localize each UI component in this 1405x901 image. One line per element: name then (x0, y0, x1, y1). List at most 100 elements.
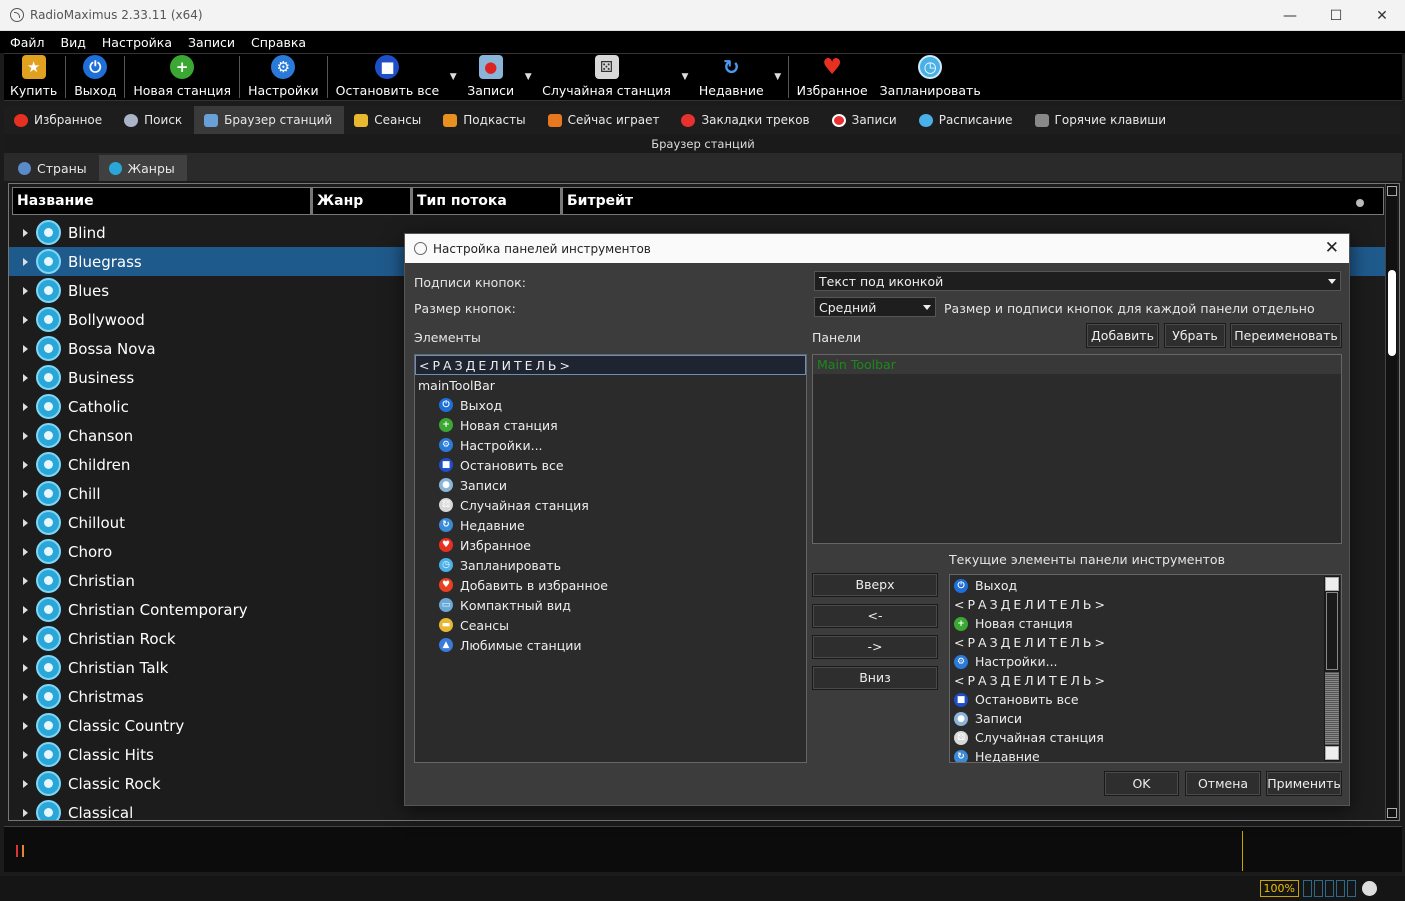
expand-arrow-icon[interactable] (23, 257, 28, 266)
expand-arrow-icon[interactable] (23, 518, 28, 527)
list-item[interactable]: ▭ Компактный вид (415, 595, 806, 615)
scroll-up-icon[interactable] (1325, 577, 1339, 591)
expand-arrow-icon[interactable] (23, 460, 28, 469)
expand-arrow-icon[interactable] (23, 808, 28, 817)
cancel-button[interactable]: Отмена (1185, 771, 1261, 796)
column-bitrate[interactable]: Битрейт (562, 187, 1384, 215)
list-item[interactable]: ♥ Избранное (415, 535, 806, 555)
list-item[interactable]: ⚙ Настройки... (950, 652, 1341, 671)
list-item[interactable]: ● Записи (950, 709, 1341, 728)
column-genre[interactable]: Жанр (312, 187, 412, 215)
tab-station-browser[interactable]: Браузер станций (194, 106, 345, 134)
separator-item[interactable]: <РАЗДЕЛИТЕЛЬ> (950, 671, 1341, 690)
zoom-level[interactable]: 100% (1259, 880, 1299, 897)
separator-item[interactable]: <РАЗДЕЛИТЕЛЬ> (950, 595, 1341, 614)
expand-arrow-icon[interactable] (23, 605, 28, 614)
scroll-down-icon[interactable] (1325, 746, 1339, 760)
expand-arrow-icon[interactable] (23, 489, 28, 498)
tab-search[interactable]: Поиск (114, 106, 194, 134)
tab-schedule[interactable]: Расписание (909, 106, 1025, 134)
list-item[interactable]: ↻ Недавние (415, 515, 806, 535)
tab-now-playing[interactable]: Сейчас играет (538, 106, 672, 134)
expand-arrow-icon[interactable] (23, 634, 28, 643)
menu-file[interactable]: Файл (2, 35, 53, 50)
random-station-button[interactable]: ⚄ Случайная станция (536, 54, 677, 100)
expand-arrow-icon[interactable] (23, 721, 28, 730)
expand-arrow-icon[interactable] (23, 750, 28, 759)
list-item[interactable]: + Новая станция (950, 614, 1341, 633)
stop-all-dropdown[interactable]: ▼ (445, 54, 461, 100)
recent-button[interactable]: ↻ Недавние (693, 54, 770, 100)
recent-dropdown[interactable]: ▼ (770, 54, 786, 100)
volume-knob-icon[interactable] (1362, 881, 1377, 896)
expand-arrow-icon[interactable] (23, 315, 28, 324)
per-panel-note[interactable]: Размер и подписи кнопок для каждой панел… (944, 301, 1315, 316)
menu-help[interactable]: Справка (243, 35, 314, 50)
tab-recordings[interactable]: Записи (822, 106, 909, 134)
expand-arrow-icon[interactable] (23, 692, 28, 701)
tab-track-bookmarks[interactable]: Закладки треков (671, 106, 821, 134)
tab-favorites[interactable]: Избранное (4, 106, 114, 134)
list-item[interactable]: ♥ Добавить в избранное (415, 575, 806, 595)
list-item[interactable]: ● Записи (415, 475, 806, 495)
list-item[interactable]: ⏻ Выход (415, 395, 806, 415)
captions-select[interactable]: Текст под иконкой (814, 271, 1341, 291)
list-item[interactable]: ■ Остановить все (415, 455, 806, 475)
list-item[interactable]: ↻ Недавние (950, 747, 1341, 762)
list-item[interactable]: ⚄ Случайная станция (415, 495, 806, 515)
scrollbar-track[interactable] (1325, 672, 1339, 745)
panel-item[interactable]: Main Toolbar (813, 355, 1341, 374)
subtab-countries[interactable]: Страны (8, 155, 99, 181)
expand-arrow-icon[interactable] (23, 431, 28, 440)
list-item[interactable]: ◷ Запланировать (415, 555, 806, 575)
list-item[interactable]: ■ Остановить все (950, 690, 1341, 709)
expand-arrow-icon[interactable] (23, 402, 28, 411)
list-item[interactable]: ⏻ Выход (950, 576, 1341, 595)
remove-item-button[interactable]: <- (812, 604, 938, 628)
move-down-button[interactable]: Вниз (812, 666, 938, 690)
expand-arrow-icon[interactable] (23, 373, 28, 382)
favorites-button[interactable]: ♥ Избранное (791, 54, 874, 100)
expand-arrow-icon[interactable] (23, 286, 28, 295)
add-item-button[interactable]: -> (812, 635, 938, 659)
buy-button[interactable]: ★ Купить (4, 54, 63, 100)
expand-arrow-icon[interactable] (23, 663, 28, 672)
stop-all-button[interactable]: ■ Остановить все (330, 54, 446, 100)
scrollbar-thumb[interactable] (1326, 592, 1338, 670)
expand-arrow-icon[interactable] (23, 228, 28, 237)
expand-arrow-icon[interactable] (23, 547, 28, 556)
remove-panel-button[interactable]: Убрать (1164, 323, 1226, 348)
separator-item[interactable]: <РАЗДЕЛИТЕЛЬ> (950, 633, 1341, 652)
subtab-genres[interactable]: Жанры (98, 155, 187, 181)
schedule-button[interactable]: ◷ Запланировать (874, 54, 987, 100)
list-item[interactable]: ▲ Любимые станции (415, 635, 806, 655)
add-panel-button[interactable]: Добавить (1086, 323, 1159, 348)
column-stream-type[interactable]: Тип потока (412, 187, 562, 215)
tab-hotkeys[interactable]: Горячие клавиши (1025, 106, 1179, 134)
rename-panel-button[interactable]: Переименовать (1230, 323, 1342, 348)
column-options-icon[interactable] (1356, 199, 1364, 207)
expand-arrow-icon[interactable] (23, 779, 28, 788)
maximize-button[interactable]: ☐ (1313, 0, 1359, 31)
column-name[interactable]: Название (12, 187, 312, 215)
expand-arrow-icon[interactable] (23, 576, 28, 585)
scrollbar-thumb[interactable] (1388, 270, 1396, 356)
list-item[interactable]: ⚙ Настройки... (415, 435, 806, 455)
minimize-button[interactable]: — (1267, 0, 1313, 31)
current-items-scrollbar[interactable] (1324, 576, 1340, 761)
scroll-down-icon[interactable] (1387, 808, 1397, 818)
new-station-button[interactable]: + Новая станция (127, 54, 237, 100)
settings-button[interactable]: ⚙ Настройки (242, 54, 325, 100)
menu-settings[interactable]: Настройка (94, 35, 180, 50)
group-item[interactable]: mainToolBar (415, 375, 806, 395)
ok-button[interactable]: OK (1104, 771, 1179, 796)
exit-button[interactable]: ⏻ Выход (68, 54, 122, 100)
list-item[interactable]: ⚄ Случайная станция (950, 728, 1341, 747)
menu-view[interactable]: Вид (53, 35, 94, 50)
random-station-dropdown[interactable]: ▼ (677, 54, 693, 100)
recordings-dropdown[interactable]: ▼ (520, 54, 536, 100)
menu-recordings[interactable]: Записи (180, 35, 243, 50)
apply-button[interactable]: Применить (1266, 771, 1342, 796)
size-select[interactable]: Средний (814, 297, 936, 317)
move-up-button[interactable]: Вверх (812, 573, 938, 597)
